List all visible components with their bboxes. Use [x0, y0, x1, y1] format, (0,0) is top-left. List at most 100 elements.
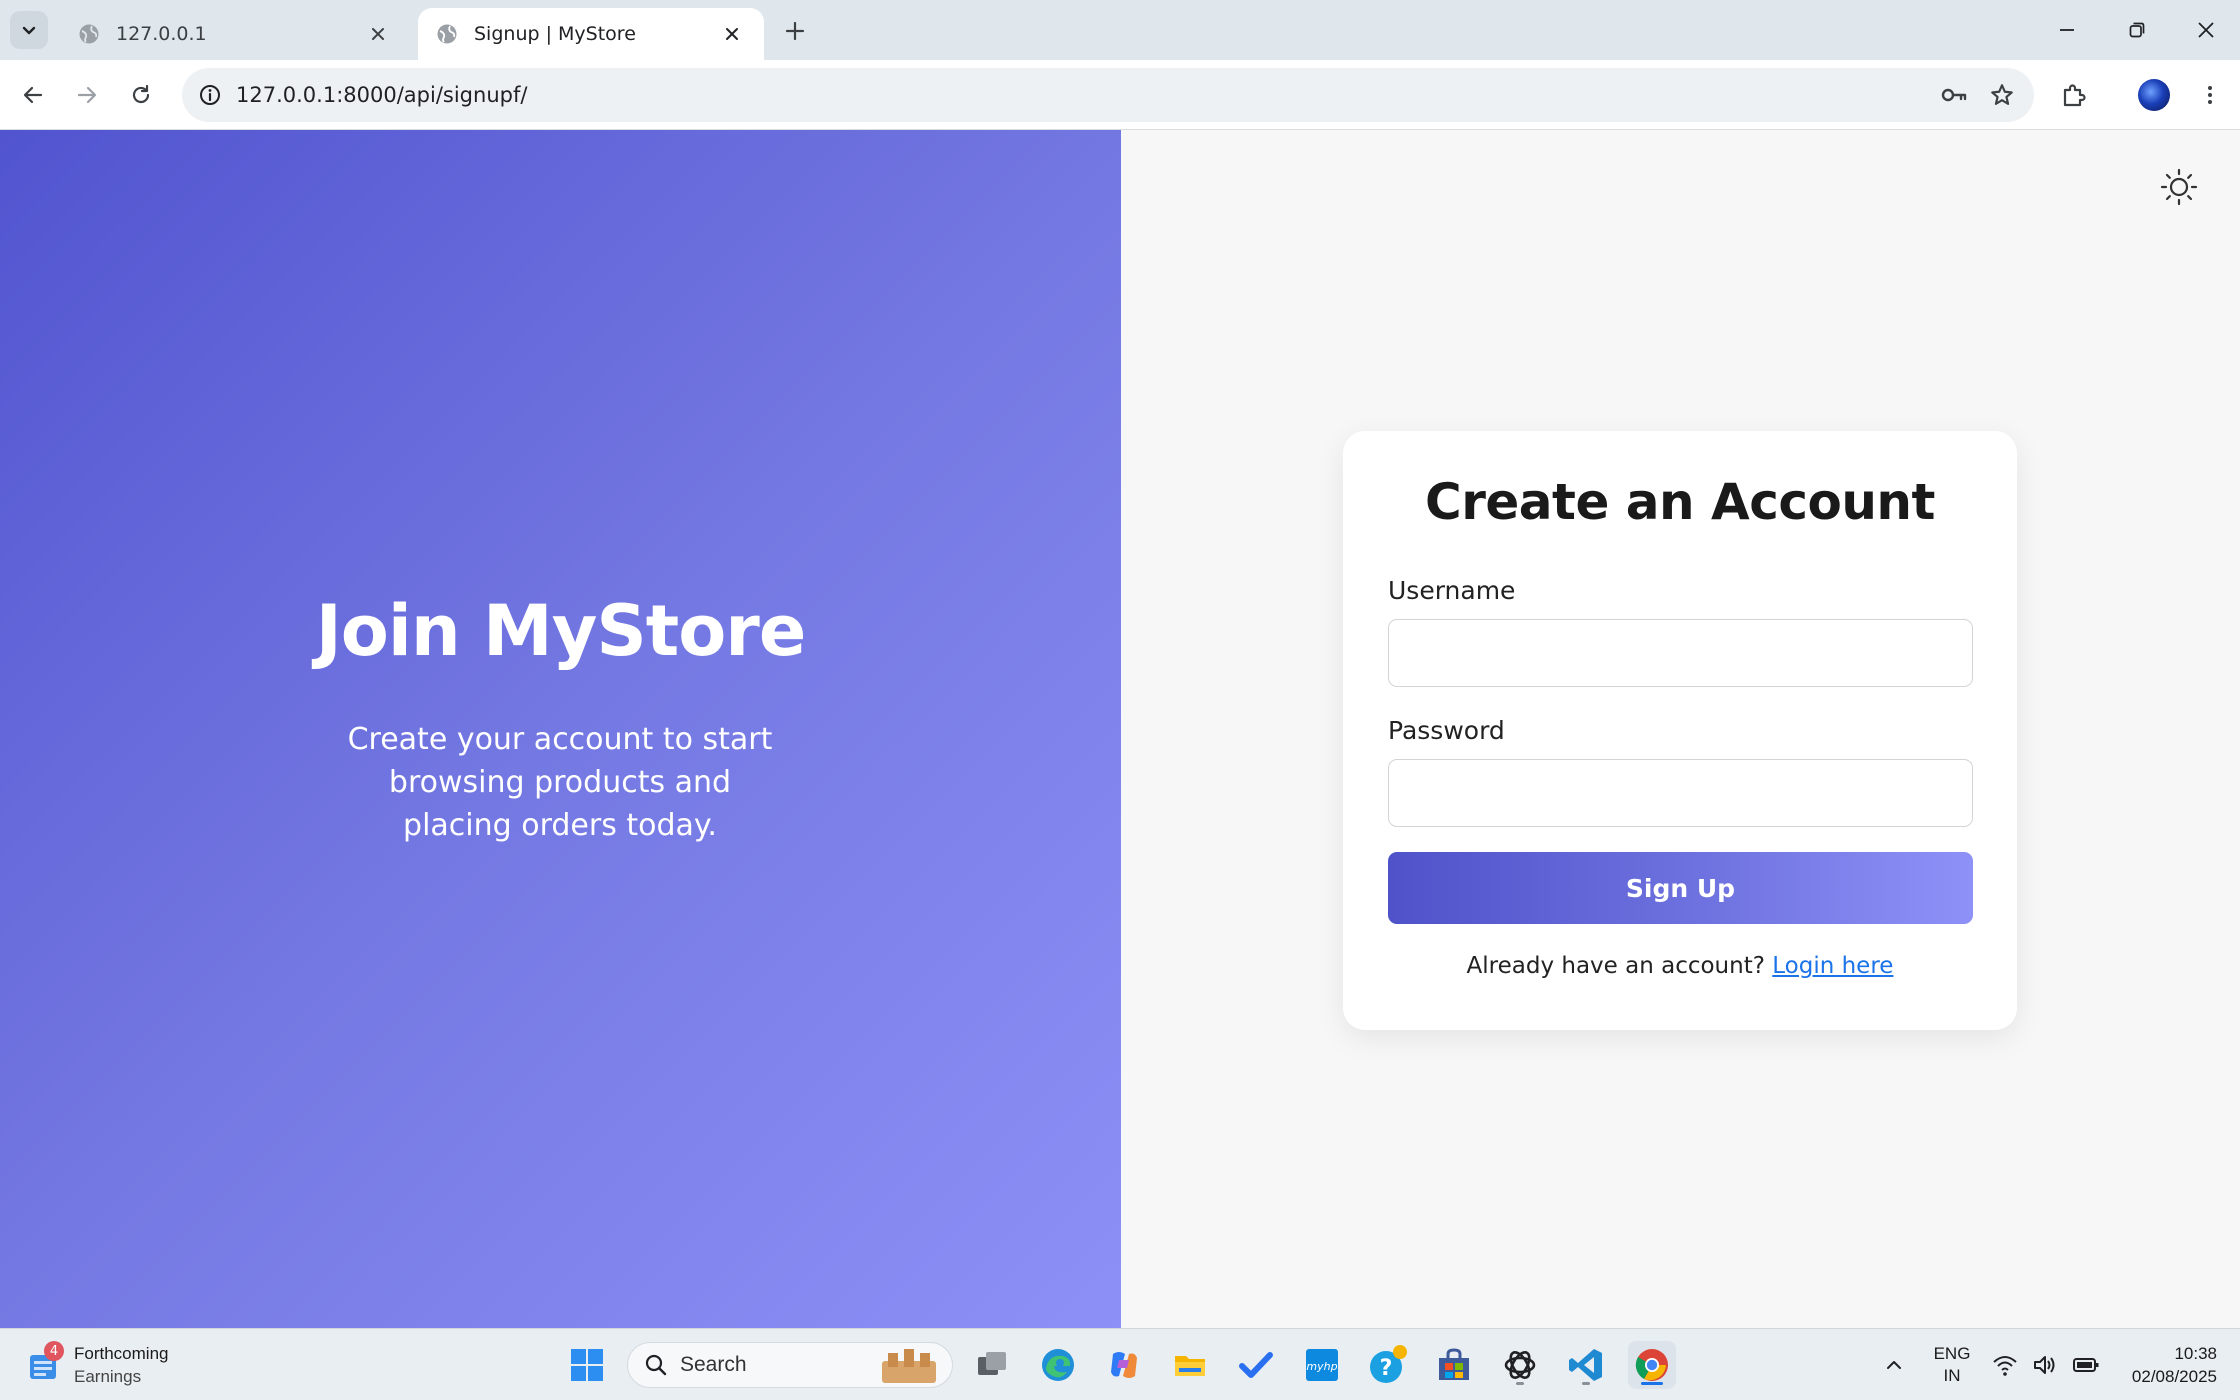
minimize-icon [2060, 29, 2074, 31]
login-link[interactable]: Login here [1772, 953, 1893, 979]
help-icon: ? [1370, 1345, 1407, 1383]
tab-search-button[interactable] [10, 11, 48, 49]
svg-text:?: ? [1380, 1356, 1393, 1381]
page-content: Join MyStore Create your account to star… [0, 130, 2240, 1328]
url-text[interactable]: 127.0.0.1:8000/api/signupf/ [236, 68, 527, 122]
system-tray[interactable] [1992, 1329, 2100, 1400]
start-button[interactable] [563, 1341, 611, 1389]
chevron-up-icon [1887, 1361, 1901, 1369]
login-prompt-text: Already have an account? [1466, 953, 1773, 979]
copilot-taskbar-button[interactable] [1100, 1341, 1148, 1389]
store-taskbar-button[interactable] [1430, 1341, 1478, 1389]
close-tab-button[interactable] [364, 20, 392, 48]
plus-icon [785, 21, 805, 41]
search-highlight-icon [882, 1349, 936, 1383]
bookmark-button[interactable] [1984, 77, 2020, 113]
file-explorer-taskbar-button[interactable] [1166, 1341, 1214, 1389]
restore-button[interactable] [2113, 10, 2161, 50]
forward-button[interactable] [67, 75, 107, 115]
task-view-icon [978, 1352, 1006, 1375]
language-region: IN [1943, 1366, 1961, 1385]
widget-subtitle: Earnings [74, 1367, 142, 1386]
earnings-widget-icon: 4 [26, 1341, 64, 1383]
clock[interactable]: 10:38 02/08/2025 [2105, 1329, 2229, 1400]
close-window-button[interactable] [2182, 10, 2230, 50]
globe-icon [437, 24, 457, 44]
search-label: Search [680, 1353, 747, 1376]
widgets-button[interactable]: 4 Forthcoming Earnings [26, 1339, 226, 1391]
running-indicator [1516, 1382, 1524, 1385]
hero-title: Join MyStore [315, 590, 807, 672]
login-prompt: Already have an account? Login here [1343, 953, 2017, 979]
chevron-down-icon [22, 26, 36, 35]
star-icon [1991, 84, 2013, 105]
chrome-icon [1635, 1349, 1668, 1381]
language-code: ENG [1933, 1344, 1971, 1363]
menu-icon [2208, 86, 2212, 104]
clock-date: 02/08/2025 [2131, 1367, 2217, 1386]
sign-up-button[interactable]: Sign Up [1388, 852, 1973, 924]
address-bar[interactable]: 127.0.0.1:8000/api/signupf/ [182, 68, 2034, 122]
tab-signup[interactable]: Signup | MyStore [418, 8, 764, 60]
vscode-taskbar-button[interactable] [1562, 1341, 1610, 1389]
todo-taskbar-button[interactable] [1232, 1341, 1280, 1389]
copilot-icon [1111, 1352, 1137, 1378]
svg-text:myhp: myhp [1306, 1360, 1337, 1373]
widget-title: Forthcoming [74, 1344, 169, 1363]
edge-taskbar-button[interactable] [1034, 1341, 1082, 1389]
form-title: Create an Account [1425, 473, 1935, 531]
back-icon [23, 86, 43, 104]
volume-icon [2034, 1356, 2055, 1374]
username-input[interactable] [1389, 620, 1972, 686]
help-taskbar-button[interactable]: ? [1364, 1341, 1412, 1389]
search-icon [645, 1354, 667, 1376]
restore-icon [2129, 22, 2145, 38]
back-button[interactable] [13, 75, 53, 115]
task-view-button[interactable] [968, 1341, 1016, 1389]
running-indicator [1641, 1382, 1663, 1385]
globe-icon [79, 24, 99, 44]
taskbar: 4 Forthcoming Earnings Search myhp ? ENG… [0, 1328, 2240, 1400]
close-icon [372, 28, 384, 40]
extensions-icon [2063, 84, 2086, 107]
todo-icon [1239, 1352, 1273, 1378]
chatgpt-taskbar-button[interactable] [1496, 1341, 1544, 1389]
tab-localhost[interactable]: 127.0.0.1 [60, 8, 410, 60]
clock-time: 10:38 [2174, 1344, 2217, 1363]
new-tab-button[interactable] [778, 14, 812, 48]
profile-avatar[interactable] [2138, 79, 2170, 111]
myhp-taskbar-button[interactable]: myhp [1298, 1341, 1346, 1389]
browser-tab-strip: 127.0.0.1 Signup | MyStore [0, 0, 2240, 60]
browser-menu-button[interactable] [2190, 75, 2230, 115]
key-icon [1941, 88, 1967, 102]
file-explorer-icon [1175, 1356, 1205, 1376]
reload-icon [132, 84, 150, 104]
password-input[interactable] [1389, 760, 1972, 826]
battery-icon [2073, 1358, 2099, 1372]
taskbar-search[interactable]: Search [627, 1342, 953, 1388]
language-indicator[interactable]: ENG IN [1930, 1329, 1974, 1400]
signup-card: Create an Account Username Password Sign… [1343, 431, 2017, 1030]
tab-title: Signup | MyStore [474, 23, 636, 45]
password-field-wrapper [1388, 759, 1973, 827]
reload-button[interactable] [121, 75, 161, 115]
edge-icon [1042, 1349, 1074, 1381]
forward-icon [77, 86, 97, 104]
chrome-taskbar-button[interactable] [1628, 1341, 1676, 1389]
password-manager-button[interactable] [1936, 77, 1972, 113]
username-field-wrapper [1388, 619, 1973, 687]
sun-icon [2160, 168, 2198, 206]
url-host: 127.0.0.1 [236, 83, 337, 107]
close-icon [2198, 22, 2214, 38]
store-icon [1439, 1348, 1469, 1380]
close-tab-button[interactable] [718, 20, 746, 48]
username-label: Username [1388, 576, 1516, 605]
theme-toggle-button[interactable] [2157, 165, 2201, 209]
hero-panel: Join MyStore Create your account to star… [0, 130, 1121, 1328]
notification-badge: 4 [44, 1341, 64, 1361]
minimize-button[interactable] [2043, 10, 2091, 50]
site-info-button[interactable] [192, 77, 228, 113]
running-indicator [1582, 1382, 1590, 1385]
extensions-button[interactable] [2054, 75, 2094, 115]
show-hidden-icons-button[interactable] [1870, 1341, 1918, 1389]
